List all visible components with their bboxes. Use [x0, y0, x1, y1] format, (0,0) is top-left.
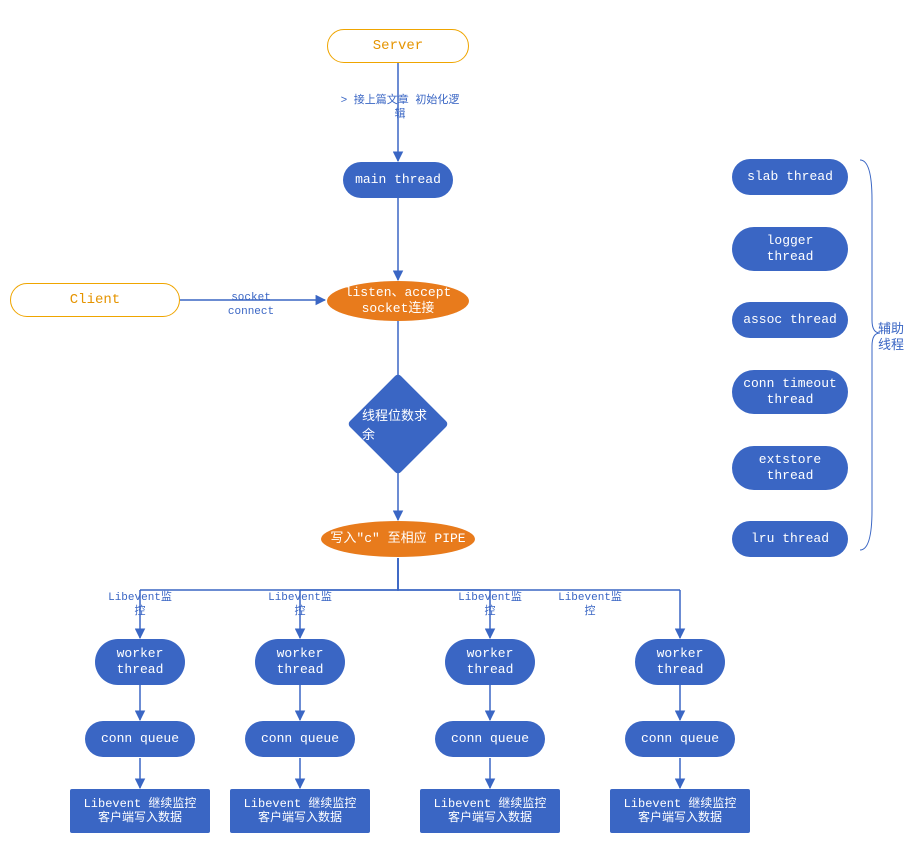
worker-thread-label-1: worker thread — [117, 646, 164, 677]
thread-mod-label: 线程位数求余 — [362, 388, 434, 460]
libevent-box-label-1: Libevent 继续监控 客户端写入数据 — [84, 797, 197, 826]
libevent-monitor-label-2: Libevent监控 — [265, 592, 335, 620]
main-thread-node: main thread — [343, 162, 453, 198]
slab-thread-label: slab thread — [747, 169, 833, 185]
conn-timeout-thread-label: conn timeout thread — [743, 376, 837, 407]
libevent-box-3: Libevent 继续监控 客户端写入数据 — [420, 789, 560, 833]
libevent-box-label-3: Libevent 继续监控 客户端写入数据 — [434, 797, 547, 826]
worker-thread-node-4: worker thread — [635, 639, 725, 685]
logger-thread-node: logger thread — [732, 227, 848, 271]
worker-thread-label-4: worker thread — [657, 646, 704, 677]
edge-socket-connect-label: socket connect — [206, 292, 296, 320]
extstore-thread-node: extstore thread — [732, 446, 848, 490]
libevent-box-1: Libevent 继续监控 客户端写入数据 — [70, 789, 210, 833]
conn-queue-label-3: conn queue — [451, 731, 529, 747]
assoc-thread-node: assoc thread — [732, 302, 848, 338]
conn-queue-node-2: conn queue — [245, 721, 355, 757]
libevent-monitor-label-1: Libevent监控 — [105, 592, 175, 620]
worker-thread-label-2: worker thread — [277, 646, 324, 677]
conn-queue-node-1: conn queue — [85, 721, 195, 757]
libevent-box-4: Libevent 继续监控 客户端写入数据 — [610, 789, 750, 833]
conn-timeout-thread-node: conn timeout thread — [732, 370, 848, 414]
libevent-box-2: Libevent 继续监控 客户端写入数据 — [230, 789, 370, 833]
helper-threads-bracket-label: 辅助 线程 — [878, 322, 908, 355]
write-c-pipe-node: 写入"c" 至相应 PIPE — [321, 521, 475, 557]
worker-thread-node-3: worker thread — [445, 639, 535, 685]
edge-init-label: > 接上篇文章 初始化逻辑 — [340, 95, 460, 123]
worker-thread-label-3: worker thread — [467, 646, 514, 677]
server-node: Server — [327, 29, 469, 63]
libevent-box-label-4: Libevent 继续监控 客户端写入数据 — [624, 797, 737, 826]
conn-queue-label-4: conn queue — [641, 731, 719, 747]
main-thread-label: main thread — [355, 172, 441, 188]
thread-mod-decision: 线程位数求余 — [362, 388, 434, 460]
server-label: Server — [373, 38, 423, 55]
client-label: Client — [70, 292, 120, 309]
logger-thread-label: logger thread — [767, 233, 814, 264]
worker-thread-node-2: worker thread — [255, 639, 345, 685]
libevent-monitor-label-4: Libevent监控 — [555, 592, 625, 620]
libevent-box-label-2: Libevent 继续监控 客户端写入数据 — [244, 797, 357, 826]
worker-thread-node-1: worker thread — [95, 639, 185, 685]
extstore-thread-label: extstore thread — [759, 452, 821, 483]
slab-thread-node: slab thread — [732, 159, 848, 195]
conn-queue-label-1: conn queue — [101, 731, 179, 747]
conn-queue-node-4: conn queue — [625, 721, 735, 757]
libevent-monitor-label-3: Libevent监控 — [455, 592, 525, 620]
client-node: Client — [10, 283, 180, 317]
flowchart-canvas: Server Client > 接上篇文章 初始化逻辑 main thread … — [0, 0, 909, 858]
lru-thread-node: lru thread — [732, 521, 848, 557]
write-c-pipe-label: 写入"c" 至相应 PIPE — [330, 531, 465, 547]
conn-queue-label-2: conn queue — [261, 731, 339, 747]
listen-accept-label: listen、accept socket连接 — [345, 285, 452, 316]
assoc-thread-label: assoc thread — [743, 312, 837, 328]
lru-thread-label: lru thread — [751, 531, 829, 547]
listen-accept-node: listen、accept socket连接 — [327, 281, 469, 321]
conn-queue-node-3: conn queue — [435, 721, 545, 757]
